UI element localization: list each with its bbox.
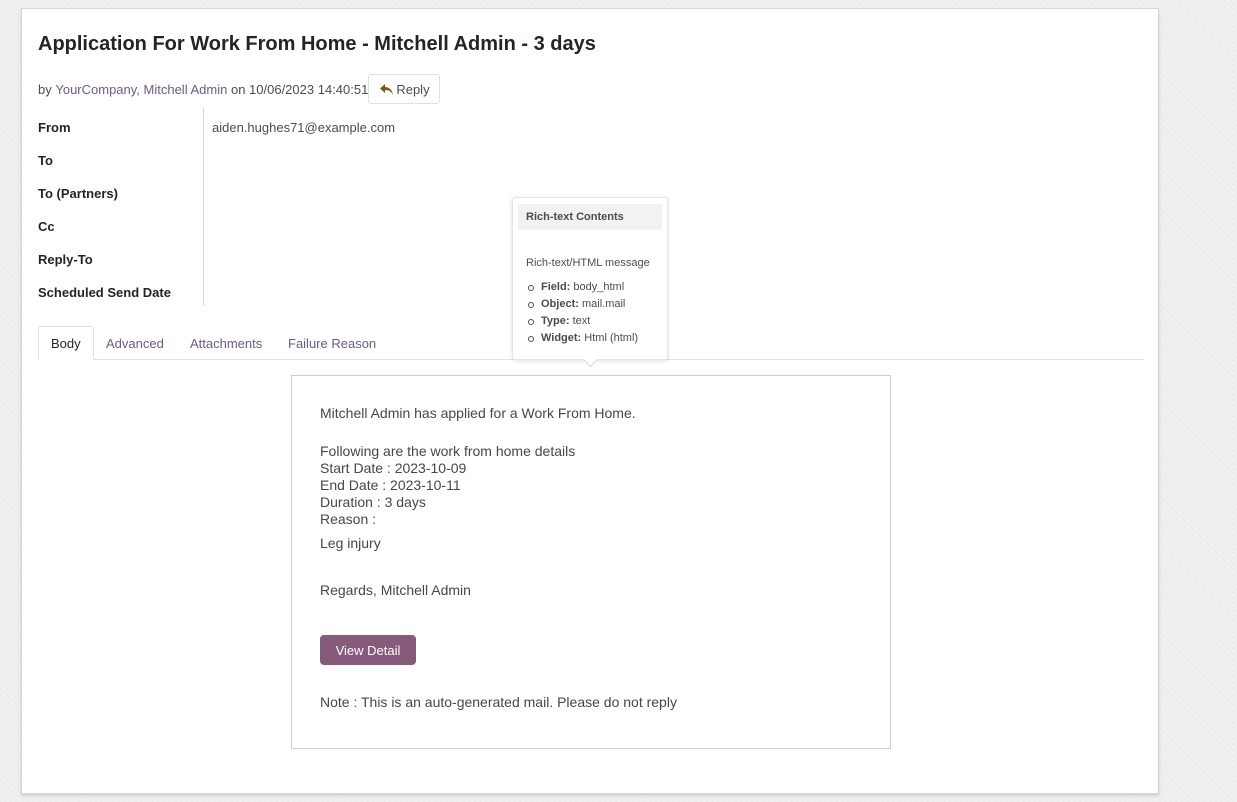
body-reason-label: Reason :	[320, 511, 377, 527]
tooltip-item-field: Field: body_html	[526, 281, 638, 298]
tooltip-title: Rich-text Contents	[518, 204, 662, 230]
tooltip-details: Field: body_html Object: mail.mail Type:…	[526, 281, 638, 349]
mail-form-sheet: Application For Work From Home - Mitchel…	[21, 8, 1159, 794]
cc-label: Cc	[38, 219, 55, 234]
tooltip-description: Rich-text/HTML message	[526, 257, 650, 269]
tab-advanced[interactable]: Advanced	[94, 326, 176, 360]
scheduled-send-date-label: Scheduled Send Date	[38, 285, 171, 300]
mail-byline: by YourCompany, Mitchell Admin on 10/06/…	[38, 74, 440, 104]
reply-button[interactable]: Reply	[368, 74, 440, 104]
mail-body-preview: Mitchell Admin has applied for a Work Fr…	[291, 375, 891, 749]
reply-to-label: Reply-To	[38, 252, 93, 267]
view-detail-button[interactable]: View Detail	[320, 635, 416, 665]
fields-divider	[203, 108, 204, 306]
body-intro: Mitchell Admin has applied for a Work Fr…	[320, 405, 636, 421]
body-reason: Leg injury	[320, 535, 381, 551]
body-regards: Regards, Mitchell Admin	[320, 582, 471, 598]
body-note: Note : This is an auto-generated mail. P…	[320, 694, 677, 710]
author-link[interactable]: YourCompany, Mitchell Admin	[55, 82, 227, 97]
reply-icon	[379, 83, 394, 96]
reply-button-label: Reply	[396, 81, 430, 97]
from-label: From	[38, 120, 71, 135]
to-label: To	[38, 153, 53, 168]
from-field[interactable]: aiden.hughes71@example.com	[212, 120, 395, 135]
body-end-date: End Date : 2023-10-11	[320, 477, 461, 493]
tooltip-item-type: Type: text	[526, 315, 638, 332]
tab-failure-reason[interactable]: Failure Reason	[276, 326, 388, 360]
field-tooltip: Rich-text Contents Rich-text/HTML messag…	[512, 197, 668, 368]
body-duration: Duration : 3 days	[320, 494, 426, 510]
page-title: Application For Work From Home - Mitchel…	[38, 33, 596, 55]
to-partners-label: To (Partners)	[38, 186, 118, 201]
body-details-heading: Following are the work from home details	[320, 443, 576, 459]
tooltip-item-object: Object: mail.mail	[526, 298, 638, 315]
by-label: by	[38, 81, 52, 97]
sent-date: on 10/06/2023 14:40:51	[230, 81, 369, 97]
tab-attachments[interactable]: Attachments	[178, 326, 274, 360]
body-start-date: Start Date : 2023-10-09	[320, 460, 467, 476]
tab-body[interactable]: Body	[38, 326, 94, 360]
tooltip-item-widget: Widget: Html (html)	[526, 332, 638, 349]
